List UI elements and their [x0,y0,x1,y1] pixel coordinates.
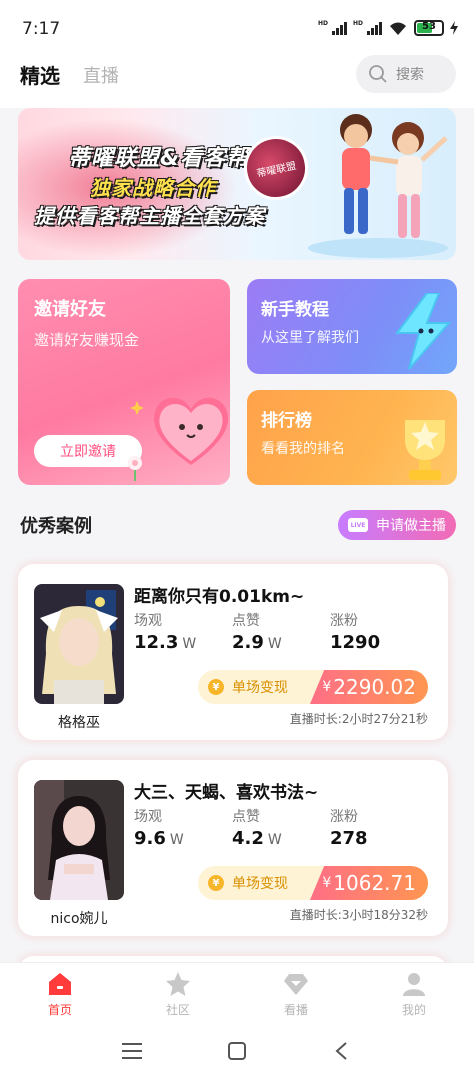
status-icons: HD HD 53 [318,20,458,36]
wifi-icon [390,22,406,35]
banner-characters-image [308,114,448,258]
apply-host-label: 申请做主播 [376,518,446,534]
likes-label: 点赞 [232,809,260,825]
leaderboard-card[interactable]: 排行榜 看看我的排名 [247,390,457,485]
invite-subtitle: 邀请好友赚现金 [34,331,140,349]
signal-icon-2 [367,21,382,35]
back-icon[interactable] [334,1041,348,1061]
trophy-icon [405,420,445,480]
sparkle-icon [130,401,144,415]
tab-live[interactable]: 直播 [83,62,119,88]
banner-line-2: 独家战略合作 [90,176,216,200]
user-icon [403,973,425,996]
live-duration: 直播时长:3小时18分32秒 [289,908,428,922]
promo-banner[interactable]: 蒂曜联盟&看客帮 独家战略合作 提供看客帮主播全套方案 蒂曜联盟 [18,108,456,260]
fans-label: 涨粉 [330,809,358,825]
hd-label: HD [317,20,328,27]
live-duration: 直播时长:2小时27分21秒 [289,712,428,726]
search-placeholder: 搜索 [396,67,424,83]
earnings-pill: ¥ 单场变现 ¥1062.71 [198,866,428,900]
live-camera-icon: LIVE [348,518,368,532]
views-label: 场观 [134,613,162,629]
likes-value: 2.9 W [232,632,282,653]
star-icon [166,972,190,996]
tab-featured[interactable]: 精选 [20,60,60,89]
rank-title: 排行榜 [261,411,312,431]
case-title: 距离你只有0.01km~ [134,587,305,607]
hd-label-2: HD [352,20,363,27]
search-icon [369,65,387,83]
lightning-icon [395,293,452,369]
flower-icon [128,456,142,481]
earnings-amount: ¥2290.02 [310,670,428,704]
header-spacer [0,94,474,108]
earnings-label: ¥ 单场变现 [208,670,288,704]
streamer-photo [34,584,124,704]
fans-label: 涨粉 [330,613,358,629]
likes-value: 4.2 W [232,828,282,849]
home-icon [49,973,71,995]
fans-value: 278 [330,828,368,849]
tutorial-subtitle: 从这里了解我们 [261,330,359,346]
views-value: 9.6 W [134,828,184,849]
featured-cases-title: 优秀案例 [20,516,92,537]
nav-watch[interactable]: 看播 [256,971,336,1018]
earnings-label: ¥ 单场变现 [208,866,288,900]
bottom-nav: 首页 社区 看播 我的 [0,962,474,1028]
streamer-name: 格格巫 [58,715,100,731]
tutorial-card[interactable]: 新手教程 从这里了解我们 [247,279,457,374]
case-card[interactable]: nico婉儿 大三、天蝎、喜欢书法~ 场观 点赞 涨粉 9.6 W 4.2 W 27… [18,760,448,936]
views-value: 12.3 W [134,632,197,653]
nav-watch-label: 看播 [283,1003,308,1017]
views-label: 场观 [134,809,162,825]
case-title: 大三、天蝎、喜欢书法~ [134,783,319,803]
diamond-icon [284,974,308,995]
nav-community[interactable]: 社区 [138,971,218,1018]
nav-profile-label: 我的 [401,1003,426,1017]
rank-subtitle: 看看我的排名 [261,441,345,457]
case-card[interactable]: 格格巫 距离你只有0.01km~ 场观 点赞 涨粉 12.3 W 2.9 W 129… [18,564,448,740]
system-nav-bar [0,1028,474,1080]
coin-icon: ¥ [208,875,224,891]
earnings-pill: ¥ 单场变现 ¥2290.02 [198,670,428,704]
menu-icon[interactable] [122,1042,142,1060]
home-square-icon[interactable] [227,1041,247,1061]
likes-label: 点赞 [232,613,260,629]
tutorial-title: 新手教程 [261,300,329,320]
nav-profile[interactable]: 我的 [374,971,454,1018]
earnings-amount: ¥1062.71 [310,866,428,900]
status-time: 7:17 [22,19,61,39]
charging-icon [450,21,458,35]
heart-icon [153,397,229,465]
banner-logo: 蒂曜联盟 [238,130,314,206]
nav-home[interactable]: 首页 [20,971,100,1018]
invite-title: 邀请好友 [34,299,106,320]
banner-line-1: 蒂曜联盟&看客帮 [68,146,250,171]
invite-friends-card[interactable]: 邀请好友 邀请好友赚现金 立即邀请 [18,279,230,485]
nav-home-label: 首页 [47,1003,72,1017]
streamer-name: nico婉儿 [50,911,108,927]
search-input[interactable]: 搜索 [356,55,456,93]
fans-value: 1290 [330,632,381,653]
streamer-photo [34,780,124,900]
battery-icon: 53 [414,20,444,36]
apply-host-button[interactable]: LIVE 申请做主播 [338,510,456,540]
coin-icon: ¥ [208,679,224,695]
banner-line-3: 提供看客帮主播全套方案 [34,204,265,228]
signal-icon [331,21,347,35]
nav-community-label: 社区 [165,1003,190,1017]
